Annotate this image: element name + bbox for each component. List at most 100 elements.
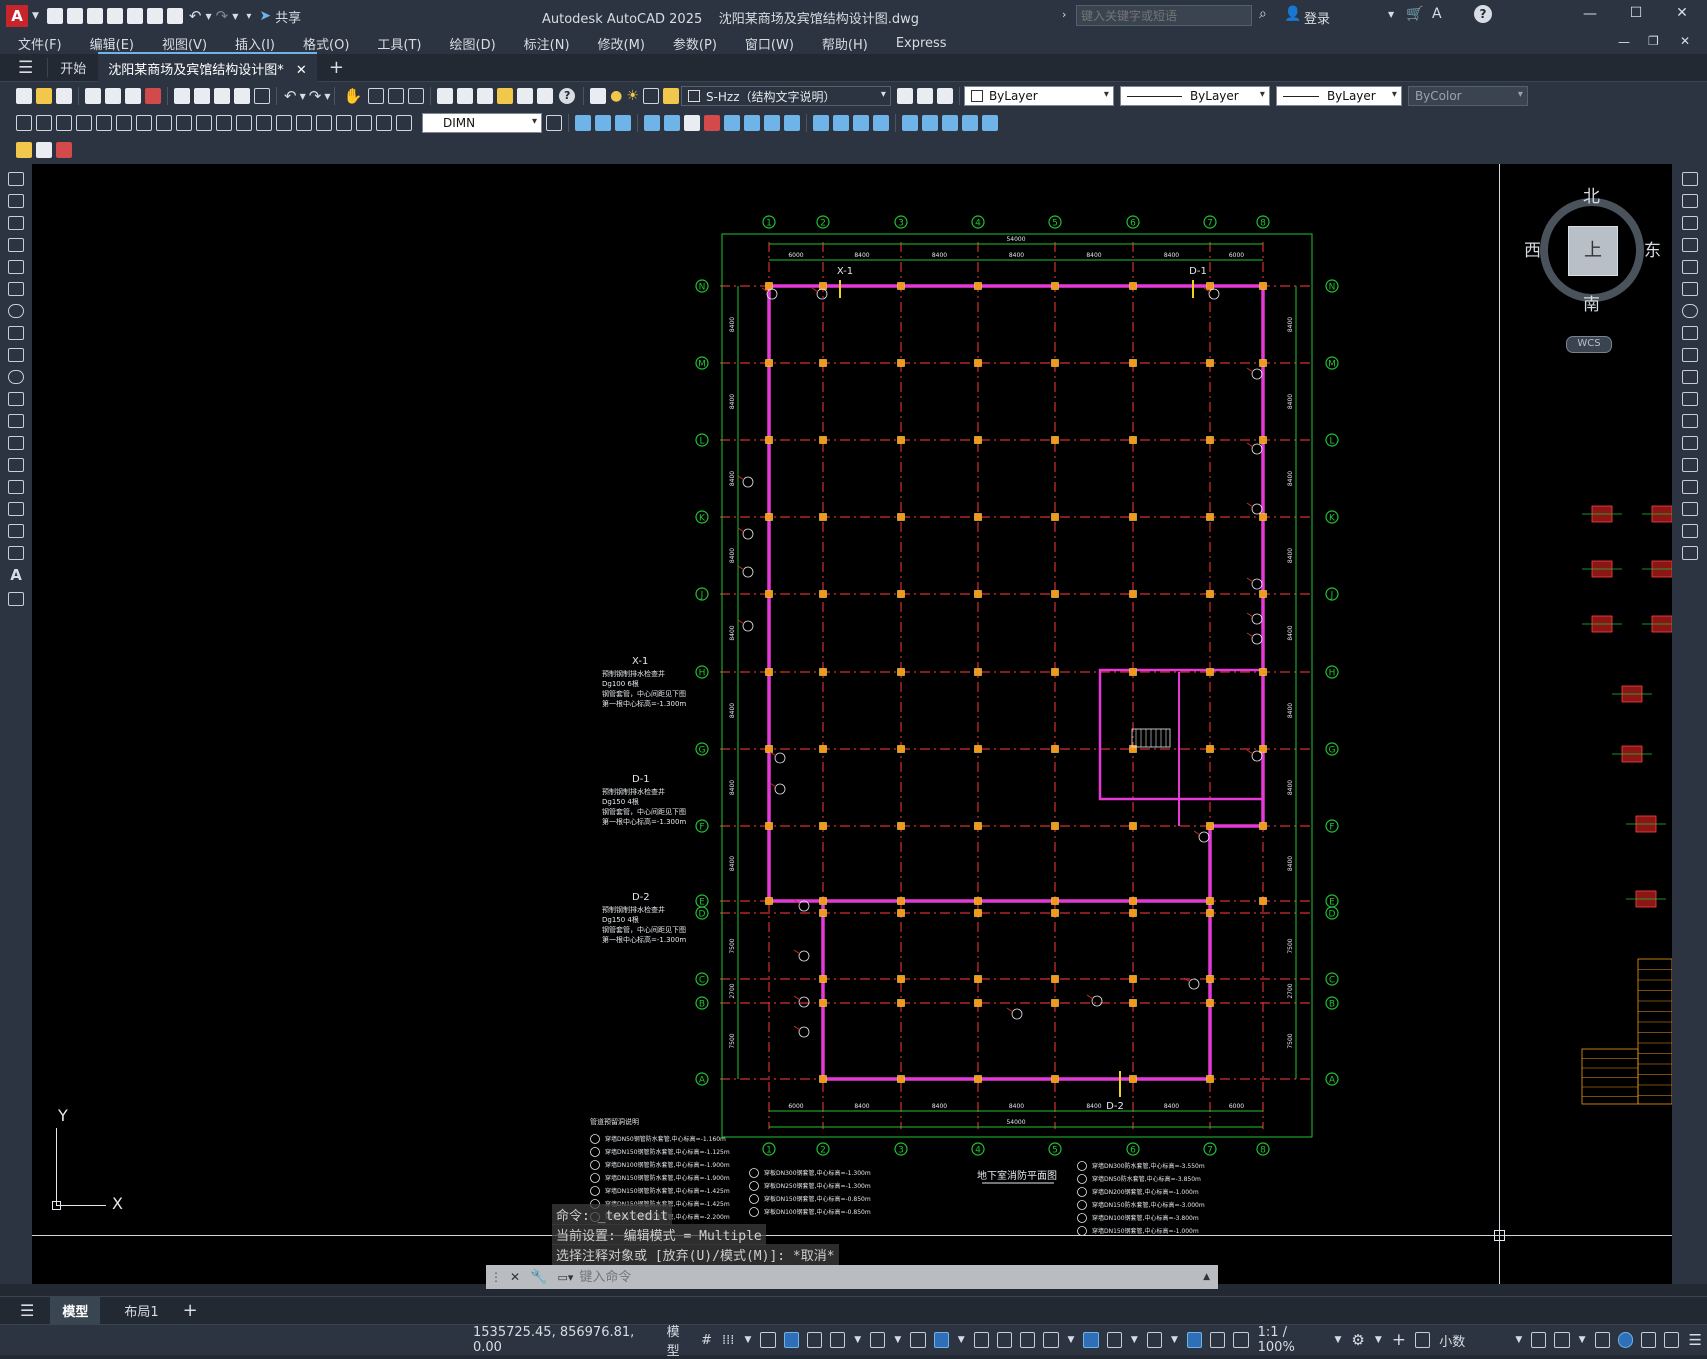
menu-dimension[interactable]: 标注(N) xyxy=(510,34,584,53)
angular-dimension-icon[interactable] xyxy=(156,115,172,131)
grid-icon[interactable]: # xyxy=(701,1333,712,1348)
menu-view[interactable]: 视图(V) xyxy=(148,34,221,53)
drawing-canvas[interactable]: 1122334455667788NNMMLLKKJJHHGGFFEEDDCCBB… xyxy=(32,164,1672,1284)
layer-properties-icon[interactable] xyxy=(590,88,607,104)
chamfer-side-icon[interactable] xyxy=(1681,480,1698,494)
layer-state-icon[interactable] xyxy=(936,88,953,104)
menu-window[interactable]: 窗口(W) xyxy=(731,34,808,53)
search-input[interactable] xyxy=(1076,5,1252,26)
tolerance-icon[interactable] xyxy=(276,115,292,131)
layer-previous-icon[interactable] xyxy=(916,88,933,104)
mtext-icon[interactable]: A xyxy=(0,566,32,584)
break-side-icon[interactable] xyxy=(1681,436,1698,450)
quick-dimension-icon[interactable] xyxy=(176,115,192,131)
snap-mode-icon[interactable]: ⁞⁞⁞ xyxy=(722,1333,734,1348)
layout-menu-icon[interactable]: ☰ xyxy=(20,1301,34,1320)
insert-block-icon[interactable] xyxy=(8,414,24,428)
extend-side-icon[interactable] xyxy=(1681,392,1698,406)
layer-freeze-icon[interactable]: ☀ xyxy=(626,88,639,104)
tab-layout1[interactable]: 布局1 xyxy=(112,1297,170,1324)
ellipse-icon[interactable] xyxy=(8,370,24,384)
search-icon[interactable]: ⌕ xyxy=(1259,6,1267,22)
doc-restore-button[interactable]: ❐ xyxy=(1648,34,1659,48)
polar-tracking-icon[interactable] xyxy=(830,1332,846,1348)
isodraft-dropdown-icon[interactable]: ▼ xyxy=(894,1335,901,1345)
coordinates-readout[interactable]: 1535725.45, 856976.81, 0.00 xyxy=(473,1325,657,1355)
erase-icon[interactable] xyxy=(575,115,591,131)
new-file-icon[interactable] xyxy=(46,8,63,24)
point-icon[interactable] xyxy=(8,458,24,472)
maximize-window-button[interactable]: ☐ xyxy=(1614,5,1658,21)
redo-dropdown-icon[interactable]: ▼ xyxy=(232,12,238,21)
filter-dropdown-icon[interactable]: ▼ xyxy=(1131,1335,1138,1345)
workspace-dropdown-icon[interactable]: ▼ xyxy=(1375,1335,1382,1345)
extend-icon[interactable] xyxy=(784,115,800,131)
erase-side-icon[interactable] xyxy=(1681,172,1698,186)
pan-icon[interactable]: ✋ xyxy=(343,87,362,105)
tab-active-drawing[interactable]: 沈阳某商场及宾馆结构设计图* ✕ xyxy=(98,52,317,83)
app-logo[interactable]: A xyxy=(6,5,28,27)
print-icon[interactable] xyxy=(166,8,183,24)
dimension-style-manager-icon[interactable] xyxy=(546,115,562,131)
save-icon[interactable] xyxy=(86,8,103,24)
stretch-icon[interactable] xyxy=(744,115,760,131)
text-edit-icon[interactable] xyxy=(16,142,32,158)
block-editor-icon[interactable] xyxy=(254,88,270,104)
calculator-icon[interactable] xyxy=(537,88,554,104)
layer-on-icon[interactable]: ● xyxy=(610,88,622,104)
isolate-objects-icon[interactable] xyxy=(1594,1332,1610,1348)
line-tool-icon[interactable] xyxy=(8,172,24,186)
find-replace-icon[interactable] xyxy=(36,142,52,158)
dimension-update-icon[interactable] xyxy=(396,115,412,131)
layer-viewport-icon[interactable] xyxy=(642,88,659,104)
join-side-icon[interactable] xyxy=(1681,458,1698,472)
fillet-icon[interactable] xyxy=(873,115,889,131)
diameter-dimension-icon[interactable] xyxy=(136,115,152,131)
rotate-icon[interactable] xyxy=(704,115,720,131)
match-properties-icon[interactable] xyxy=(234,88,250,104)
quick-access-dropdown-icon[interactable]: ▾ xyxy=(246,11,251,22)
menu-insert[interactable]: 插入(I) xyxy=(221,34,289,53)
menu-edit[interactable]: 编辑(E) xyxy=(76,34,148,53)
region-icon[interactable] xyxy=(8,524,24,538)
3d-osnap-icon[interactable] xyxy=(1043,1332,1059,1348)
break-icon[interactable] xyxy=(813,115,829,131)
undo-toolbar-dropdown-icon[interactable]: ▼ xyxy=(300,92,306,101)
annotation-visibility-icon[interactable] xyxy=(1186,1332,1203,1348)
close-window-button[interactable]: ✕ xyxy=(1660,5,1704,21)
command-customize-icon[interactable]: 🔧 xyxy=(530,1269,547,1285)
trim-side-icon[interactable] xyxy=(1681,370,1698,384)
object-snap-tracking-icon[interactable] xyxy=(910,1332,926,1348)
snap-dropdown-icon[interactable]: ▼ xyxy=(744,1335,751,1345)
open-file-icon[interactable] xyxy=(66,8,83,24)
user-icon[interactable]: 👤 xyxy=(1284,6,1301,22)
transparency-icon[interactable] xyxy=(996,1332,1013,1348)
fillet-side-icon[interactable] xyxy=(1681,502,1698,516)
jogged-dimension-icon[interactable] xyxy=(116,115,132,131)
redo-toolbar-icon[interactable]: ↷ xyxy=(309,87,322,105)
measure-icon[interactable] xyxy=(982,115,998,131)
scale-side-icon[interactable] xyxy=(1681,326,1698,340)
osnap-dropdown-icon[interactable]: ▼ xyxy=(958,1335,965,1345)
menu-help[interactable]: 帮助(H) xyxy=(808,34,882,53)
layer-lock-icon[interactable] xyxy=(662,88,679,104)
open-icon[interactable] xyxy=(36,88,52,104)
qnew-icon[interactable] xyxy=(16,88,32,104)
quick-properties-icon[interactable] xyxy=(1531,1332,1547,1348)
chamfer-icon[interactable] xyxy=(853,115,869,131)
move-icon[interactable] xyxy=(684,115,700,131)
workspace-gear-icon[interactable]: ⚙ xyxy=(1351,1331,1364,1349)
add-layout-button[interactable]: + xyxy=(183,1300,198,1321)
gizmo-dropdown-icon[interactable]: ▼ xyxy=(1171,1335,1178,1345)
undo-toolbar-icon[interactable]: ↶ xyxy=(284,87,297,105)
design-center-icon[interactable] xyxy=(457,88,474,104)
continue-dimension-icon[interactable] xyxy=(216,115,232,131)
model-space-toggle[interactable]: 模型 xyxy=(667,1321,692,1359)
offset-icon[interactable] xyxy=(644,115,660,131)
inspection-icon[interactable] xyxy=(316,115,332,131)
lock-ui-icon[interactable] xyxy=(1554,1332,1570,1348)
undo-icon[interactable]: ↶ xyxy=(189,7,202,25)
menu-file[interactable]: 文件(F) xyxy=(4,34,76,53)
viewcube-south[interactable]: 南 xyxy=(1583,290,1600,315)
viewcube-west[interactable]: 西 xyxy=(1524,236,1541,261)
